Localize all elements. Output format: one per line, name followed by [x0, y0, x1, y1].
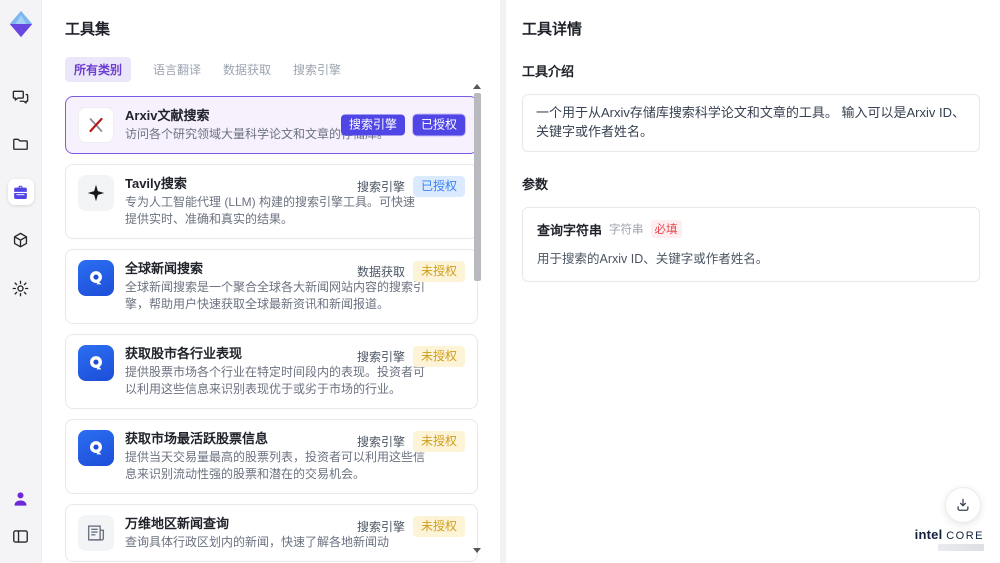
- tool-detail-panel: 工具详情 工具介绍 一个用于从Arxiv存储库搜索科学论文和文章的工具。 输入可…: [506, 0, 1000, 563]
- tool-description: 专为人工智能代理 (LLM) 构建的搜索引擎工具。可快速提供实时、准确和真实的结…: [125, 195, 416, 227]
- arxiv-logo-icon: [78, 107, 114, 143]
- toolbox-icon[interactable]: [7, 179, 34, 205]
- core-wordmark: core: [946, 530, 984, 542]
- detail-title: 工具详情: [522, 21, 583, 38]
- panel-toggle-icon[interactable]: [8, 523, 34, 549]
- category-label: 搜索引擎: [356, 520, 405, 535]
- tavily-sparkle-icon: [78, 175, 114, 212]
- app-logo-diamond-icon[interactable]: [6, 9, 36, 39]
- tab-data-fetch[interactable]: 数据获取: [223, 57, 271, 82]
- tab-language-translation[interactable]: 语言翻译: [153, 57, 201, 82]
- scrollbar-up-arrow-icon[interactable]: [473, 84, 481, 89]
- intel-sub-badge: [938, 544, 984, 551]
- parameter-card: 查询字符串 字符串 必填 用于搜索的Arxiv ID、关键字或作者姓名。: [522, 206, 980, 282]
- scrollbar-down-arrow-icon[interactable]: [473, 548, 481, 553]
- intro-heading: 工具介绍: [522, 64, 575, 79]
- tool-card-global-news[interactable]: 全球新闻搜索 全球新闻搜索是一个聚合全球各大新闻网站内容的搜索引擎，帮助用户快速…: [65, 249, 478, 325]
- status-badge: 未授权: [412, 346, 465, 368]
- category-label: 数据获取: [356, 265, 405, 280]
- param-type: 字符串: [609, 224, 644, 237]
- category-badge: 搜索引擎: [340, 114, 405, 136]
- tool-description: 全球新闻搜索是一个聚合全球各大新闻网站内容的搜索引擎，帮助用户快速获取全球最新资…: [125, 280, 426, 312]
- newspaper-icon: [78, 515, 114, 552]
- folder-icon[interactable]: [8, 131, 34, 157]
- tool-card-sector-performance[interactable]: 获取股市各行业表现 提供股票市场各个行业在特定时间段内的表现。投资者可以利用这些…: [65, 334, 478, 410]
- param-description: 用于搜索的Arxiv ID、关键字或作者姓名。: [537, 251, 769, 266]
- tool-card-arxiv[interactable]: Arxiv文献搜索 访问各个研究领域大量科学论文和文章的存储库。 搜索引擎 已授…: [65, 96, 478, 155]
- tool-card-list: Arxiv文献搜索 访问各个研究领域大量科学论文和文章的存储库。 搜索引擎 已授…: [65, 96, 478, 563]
- tool-list-panel: 工具集 所有类别 语言翻译 数据获取 搜索引擎 Arxiv文献搜索 访问各个研究…: [42, 0, 500, 563]
- user-icon[interactable]: [8, 485, 34, 511]
- tool-card-regional-news[interactable]: 万维地区新闻查询 查询具体行政区划内的新闻，快速了解各地新闻动 搜索引擎 未授权: [65, 504, 478, 563]
- status-badge: 已授权: [412, 114, 465, 136]
- download-icon: [957, 498, 969, 511]
- tool-intro-text: 一个用于从Arxiv存储库搜索科学论文和文章的工具。 输入可以是Arxiv ID…: [522, 94, 980, 152]
- category-label: 搜索引擎: [356, 350, 405, 365]
- news-search-icon: [78, 430, 114, 467]
- news-search-icon: [78, 345, 114, 382]
- tool-description: 提供股票市场各个行业在特定时间段内的表现。投资者可以利用这些信息来识别表现优于或…: [125, 365, 426, 397]
- tool-card-tavily[interactable]: Tavily搜索 专为人工智能代理 (LLM) 构建的搜索引擎工具。可快速提供实…: [65, 164, 478, 240]
- params-heading: 参数: [522, 176, 549, 192]
- tool-description: 提供当天交易量最高的股票列表，投资者可以利用这些信息来识别流动性强的股票和潜在的…: [125, 450, 426, 482]
- page-title: 工具集: [65, 21, 111, 38]
- chat-icon[interactable]: [8, 83, 34, 109]
- scrollbar-thumb[interactable]: [473, 93, 481, 281]
- tool-name: 万维地区新闻查询: [125, 516, 230, 532]
- intel-wordmark: intel: [914, 527, 943, 542]
- download-button[interactable]: [945, 487, 981, 523]
- param-name: 查询字符串: [537, 222, 603, 238]
- tool-description: 查询具体行政区划内的新闻，快速了解各地新闻动: [125, 535, 390, 550]
- status-badge: 未授权: [412, 261, 465, 283]
- tab-all-categories[interactable]: 所有类别: [65, 57, 132, 82]
- news-search-icon: [78, 260, 114, 297]
- category-label: 搜索引擎: [356, 435, 405, 450]
- tool-card-most-active-stocks[interactable]: 获取市场最活跃股票信息 提供当天交易量最高的股票列表，投资者可以利用这些信息来识…: [65, 419, 478, 495]
- status-badge: 未授权: [412, 431, 465, 453]
- tab-search-engine[interactable]: 搜索引擎: [293, 57, 341, 82]
- param-required-badge: 必填: [650, 220, 682, 239]
- list-scrollbar: [472, 84, 482, 553]
- category-tabs: 所有类别 语言翻译 数据获取 搜索引擎: [65, 57, 478, 82]
- left-sidebar: [0, 0, 42, 563]
- cube-icon[interactable]: [8, 227, 34, 253]
- status-badge: 未授权: [412, 516, 465, 538]
- category-label: 搜索引擎: [356, 180, 405, 195]
- status-badge: 已授权: [412, 176, 465, 198]
- gear-icon[interactable]: [8, 275, 34, 301]
- intel-core-logo: intel core: [915, 527, 984, 551]
